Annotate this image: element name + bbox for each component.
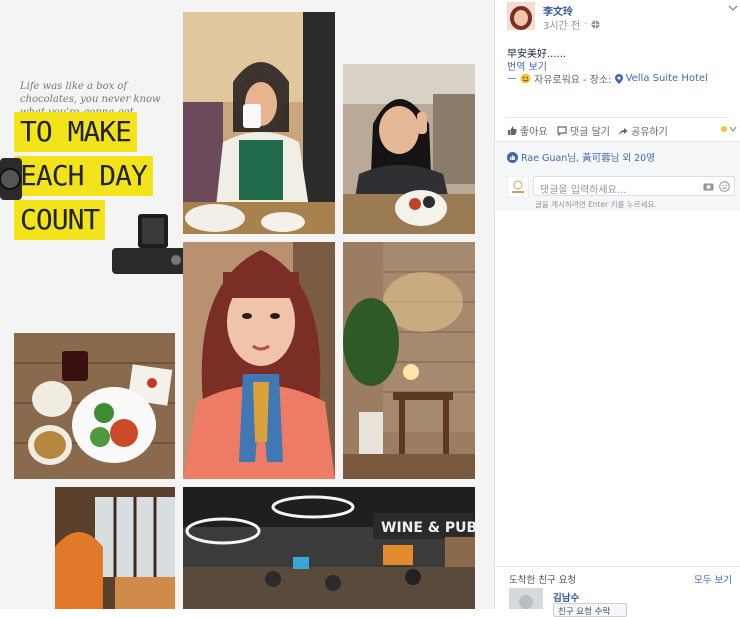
comment-label: 댓글 달기 bbox=[570, 127, 610, 138]
friend-avatar[interactable] bbox=[509, 588, 543, 609]
divider bbox=[505, 117, 730, 118]
photo-oven bbox=[55, 487, 175, 609]
photo-viewer[interactable]: Life was like a box of chocolates, you n… bbox=[0, 0, 494, 609]
like-label: 좋아요 bbox=[520, 127, 548, 138]
comment-input[interactable]: 댓글을 입력하세요... bbox=[533, 176, 735, 196]
share-button[interactable]: 공유하기 bbox=[618, 123, 668, 138]
location-prefix: - 장소: bbox=[583, 75, 612, 86]
chevron-down-icon[interactable] bbox=[728, 4, 738, 12]
emoji-icon[interactable] bbox=[719, 181, 730, 192]
post-sidebar: 李文玲 3시간 전 · 早安美好...... 번역 보기 — 자유로워요 - 장… bbox=[494, 0, 740, 617]
photo-brick-corner bbox=[343, 242, 475, 479]
friend-name[interactable]: 김남수 bbox=[553, 590, 579, 604]
comment-icon bbox=[557, 125, 567, 136]
friend-requests-title: 도착한 친구 요청 bbox=[509, 575, 577, 586]
dot-separator: · bbox=[584, 19, 588, 30]
like-button[interactable]: 좋아요 bbox=[507, 123, 548, 138]
hotel-logo-avatar bbox=[507, 176, 529, 198]
author-name[interactable]: 李文玲 bbox=[543, 3, 573, 18]
globe-icon bbox=[591, 20, 600, 29]
location-pin-icon bbox=[614, 73, 623, 84]
accept-request-button[interactable]: 친구 요청 수락 bbox=[553, 603, 627, 617]
share-icon bbox=[619, 127, 628, 135]
comment-button[interactable]: 댓글 달기 bbox=[557, 123, 610, 138]
friend-requests-divider bbox=[495, 566, 740, 567]
camera-icon-left bbox=[0, 158, 22, 200]
photo-restaurant: WINE & PUB bbox=[183, 487, 475, 609]
like-reaction-icon bbox=[507, 151, 518, 163]
camera-icon bbox=[112, 214, 188, 274]
smiley-icon bbox=[520, 73, 531, 84]
post-time[interactable]: 3시간 전 bbox=[543, 17, 580, 32]
comment-placeholder: 댓글을 입력하세요... bbox=[540, 185, 627, 196]
see-all-link[interactable]: 모두 보기 bbox=[694, 572, 732, 586]
restaurant-sign: WINE & PUB bbox=[381, 520, 475, 536]
feeling-row: — 자유로워요 - 장소: Vella Suite Hotel bbox=[507, 71, 708, 86]
feeling-text[interactable]: 자유로워요 bbox=[534, 71, 580, 86]
avatar[interactable] bbox=[507, 2, 535, 30]
reactions-text[interactable]: Rae Guan님, 黃可蓉님 외 20명 bbox=[521, 150, 655, 164]
thumbs-up-icon bbox=[508, 126, 517, 135]
photo-breakfast bbox=[14, 333, 175, 479]
share-label: 공유하기 bbox=[631, 127, 668, 138]
location-link[interactable]: Vella Suite Hotel bbox=[626, 73, 708, 84]
reaction-settings-icon[interactable] bbox=[719, 124, 737, 134]
feeling-dash: — bbox=[507, 73, 517, 84]
headline-line-2: EACH DAY bbox=[14, 156, 153, 196]
photo-woman-selfie bbox=[183, 242, 335, 479]
photo-woman-coffee bbox=[183, 12, 335, 234]
camera-icon-small[interactable] bbox=[703, 182, 714, 191]
photo-woman-peace bbox=[343, 64, 475, 234]
comment-hint: 글을 게시하려면 Enter 키를 누르세요. bbox=[535, 200, 657, 209]
headline-line-1: TO MAKE bbox=[14, 112, 138, 152]
